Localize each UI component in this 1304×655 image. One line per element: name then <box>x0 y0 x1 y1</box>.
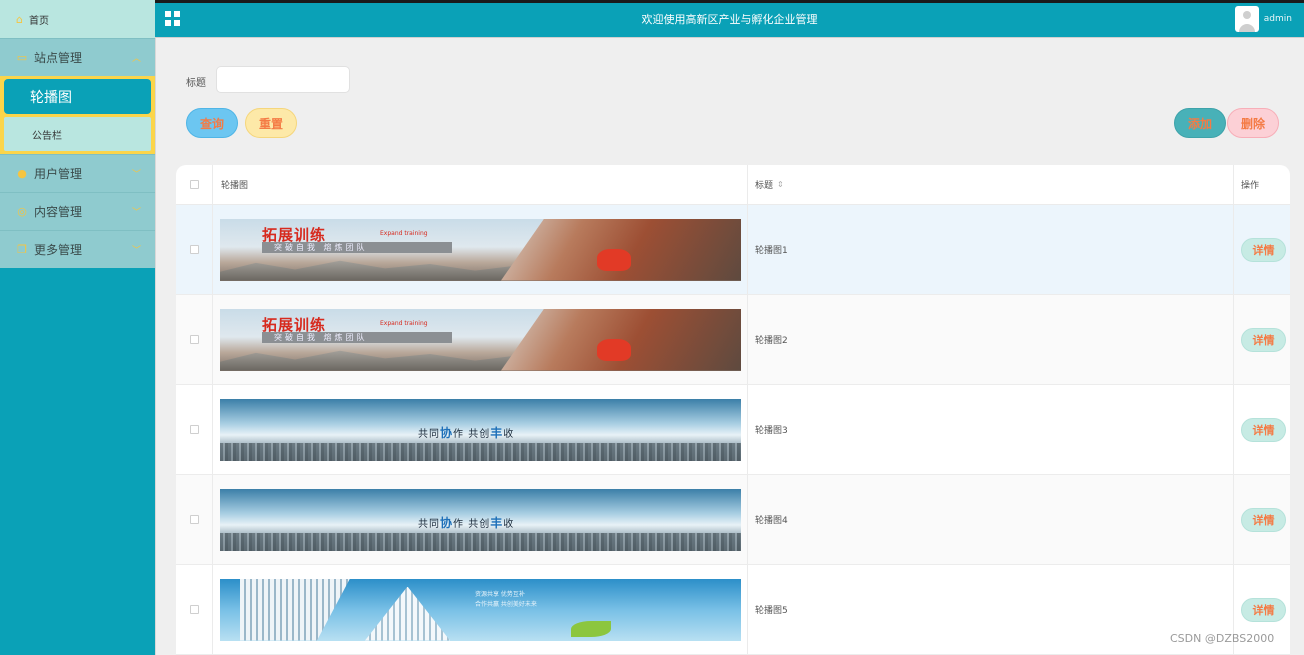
detail-button[interactable]: 详情 <box>1241 327 1286 352</box>
detail-button[interactable]: 详情 <box>1241 597 1286 622</box>
sidebar-item-label: 轮播图 <box>30 89 72 106</box>
sidebar-item-home[interactable]: ⌂ 首页 <box>0 0 155 38</box>
banner-text: 资源共享 优势互补 合作共赢 共创美好未来 <box>475 590 537 608</box>
banner-text: Expand training <box>380 229 428 237</box>
chevron-down-icon: ﹀ <box>131 208 141 218</box>
column-header-actions: 操作 <box>1241 181 1260 191</box>
sidebar-group-label: 用户管理 <box>34 167 83 181</box>
copy-icon: ❐ <box>17 243 27 256</box>
sidebar: ⌂ 首页 ▭ 站点管理 ︿ 轮播图 公告栏 ● 用户管理 ﹀ ◎ 内容管理 ﹀ … <box>0 0 155 655</box>
data-table: 轮播图 标题 ⇕ 操作 拓展训练 Expand training 突破自我 熔炼团… <box>176 165 1290 655</box>
row-checkbox[interactable] <box>189 335 199 344</box>
row-checkbox[interactable] <box>189 425 199 434</box>
sidebar-item-label: 首页 <box>28 15 49 27</box>
row-title: 轮播图3 <box>755 426 788 436</box>
table-row[interactable]: 共同协作 共创丰收 轮播图3 详情 <box>176 385 1290 475</box>
table-header: 轮播图 标题 ⇕ 操作 <box>176 165 1290 205</box>
table-row[interactable]: 拓展训练 Expand training 突破自我 熔炼团队 轮播图2 详情 <box>176 295 1290 385</box>
username[interactable]: admin <box>1264 14 1292 24</box>
search-label: 标题 <box>186 78 206 89</box>
banner-image: 拓展训练 Expand training 突破自我 熔炼团队 <box>220 218 741 281</box>
home-icon: ⌂ <box>16 12 23 26</box>
table-row[interactable]: 拓展训练 Expand training 突破自我 熔炼团队 轮播图1 详情 <box>176 205 1290 295</box>
banner-text: 共同协作 共创丰收 <box>418 425 515 440</box>
top-header: 欢迎使用高新区产业与孵化企业管理 admin <box>155 0 1304 37</box>
row-title: 轮播图1 <box>755 246 788 256</box>
monitor-icon: ▭ <box>16 51 28 64</box>
banner-text: 突破自我 熔炼团队 <box>262 241 452 253</box>
page-title: 欢迎使用高新区产业与孵化企业管理 <box>641 13 818 26</box>
watermark: CSDN @DZBS2000 <box>1170 632 1275 645</box>
chevron-up-icon: ︿ <box>131 54 141 64</box>
row-checkbox[interactable] <box>189 515 199 524</box>
row-checkbox[interactable] <box>189 245 199 254</box>
sidebar-group-label: 更多管理 <box>34 243 83 257</box>
select-all-checkbox[interactable] <box>189 180 199 189</box>
row-title: 轮播图5 <box>755 606 788 616</box>
sidebar-group-label: 内容管理 <box>34 205 83 219</box>
sort-icon[interactable]: ⇕ <box>777 180 784 189</box>
column-header-image: 轮播图 <box>221 181 249 191</box>
avatar[interactable] <box>1235 6 1259 32</box>
row-title: 轮播图2 <box>755 336 788 346</box>
sidebar-item-notice[interactable]: 公告栏 <box>4 117 151 151</box>
sidebar-group-label: 站点管理 <box>34 51 83 65</box>
search-input[interactable] <box>216 66 350 93</box>
column-header-title[interactable]: 标题 <box>755 178 773 191</box>
submenu-site: 轮播图 公告栏 <box>0 76 155 154</box>
main-content: 标题 查询 重置 添加 删除 轮播图 标题 ⇕ 操作 拓展训练 Expand tr… <box>155 37 1304 655</box>
sidebar-group-site[interactable]: ▭ 站点管理 ︿ <box>0 38 155 76</box>
table-row[interactable]: 共同协作 共创丰收 轮播图4 详情 <box>176 475 1290 565</box>
sidebar-group-user[interactable]: ● 用户管理 ﹀ <box>0 154 155 192</box>
banner-text: Expand training <box>380 319 428 327</box>
add-button[interactable]: 添加 <box>1174 108 1226 138</box>
user-icon: ● <box>17 167 27 180</box>
sidebar-item-carousel[interactable]: 轮播图 <box>4 79 151 114</box>
row-checkbox[interactable] <box>189 605 199 614</box>
delete-button[interactable]: 删除 <box>1227 108 1279 138</box>
content-icon: ◎ <box>17 205 27 218</box>
banner-image: 共同协作 共创丰收 <box>220 488 741 551</box>
banner-text: 突破自我 熔炼团队 <box>262 331 452 343</box>
sidebar-group-content[interactable]: ◎ 内容管理 ﹀ <box>0 192 155 230</box>
detail-button[interactable]: 详情 <box>1241 237 1286 262</box>
sidebar-group-more[interactable]: ❐ 更多管理 ﹀ <box>0 230 155 268</box>
chevron-down-icon: ﹀ <box>131 246 141 256</box>
banner-image: 资源共享 优势互补 合作共赢 共创美好未来 <box>220 578 741 641</box>
table-row[interactable]: 资源共享 优势互补 合作共赢 共创美好未来 轮播图5 详情 <box>176 565 1290 655</box>
row-title: 轮播图4 <box>755 516 788 526</box>
sidebar-item-label: 公告栏 <box>32 130 62 142</box>
detail-button[interactable]: 详情 <box>1241 417 1286 442</box>
query-button[interactable]: 查询 <box>186 108 238 138</box>
chevron-down-icon: ﹀ <box>131 170 141 180</box>
banner-text: 共同协作 共创丰收 <box>418 515 515 530</box>
detail-button[interactable]: 详情 <box>1241 507 1286 532</box>
reset-button[interactable]: 重置 <box>245 108 297 138</box>
banner-image: 共同协作 共创丰收 <box>220 398 741 461</box>
banner-image: 拓展训练 Expand training 突破自我 熔炼团队 <box>220 308 741 371</box>
